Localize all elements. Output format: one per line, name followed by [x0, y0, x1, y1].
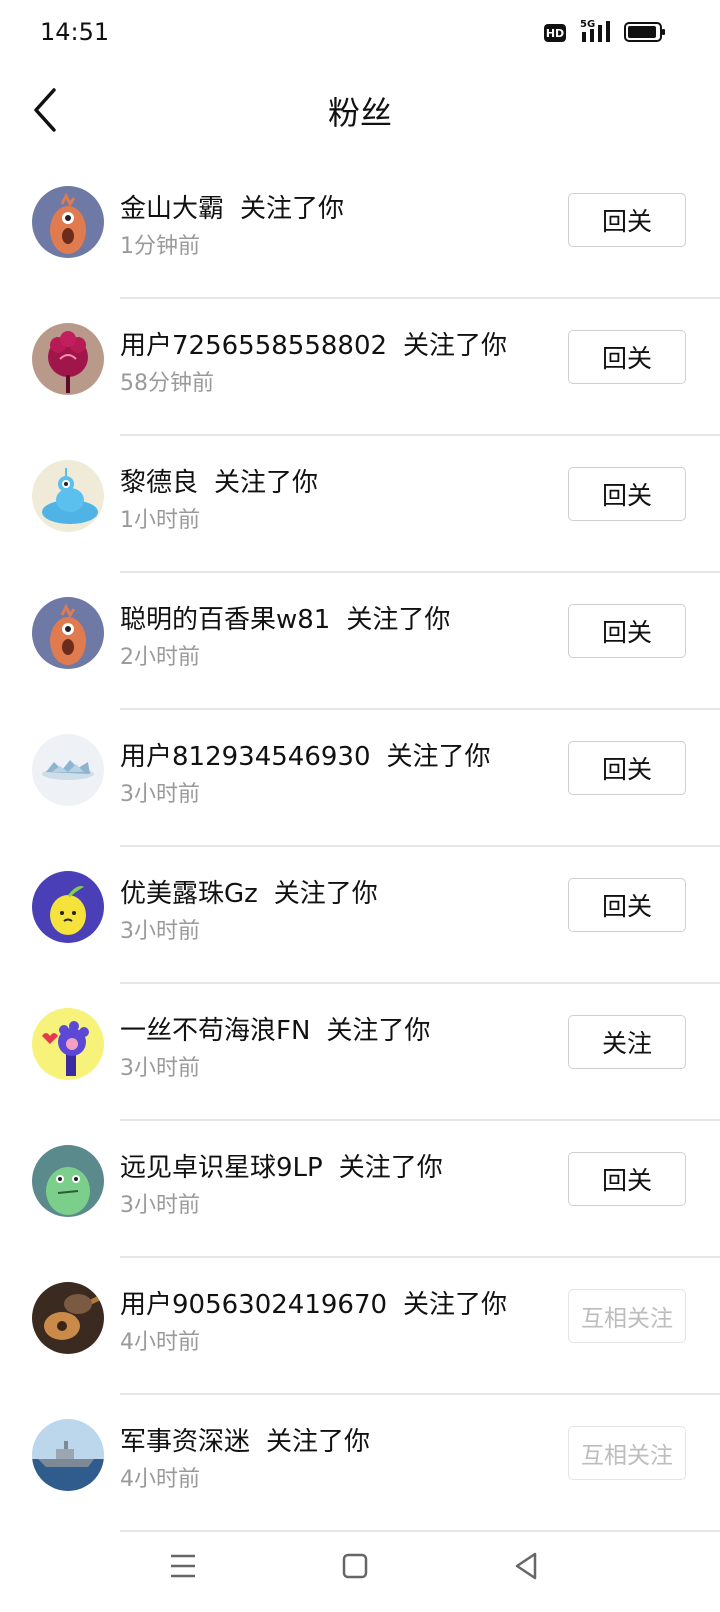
follower-line: 军事资深迷 关注了你 [120, 1421, 370, 1458]
follow-action-text: 关注了你 [240, 194, 345, 224]
follower-name[interactable]: 一丝不苟海浪FN [120, 1016, 310, 1046]
follow-time: 3小时前 [120, 782, 200, 807]
list-item[interactable]: 金山大霸 关注了你 1分钟前 回关 [0, 162, 720, 299]
follow-back-button[interactable]: 回关 [568, 467, 686, 521]
follower-name[interactable]: 用户7256558558802 [120, 331, 387, 361]
avatar[interactable] [32, 1008, 104, 1080]
follow-time: 4小时前 [120, 1330, 200, 1355]
follow-action-text: 关注了你 [214, 468, 319, 498]
list-item[interactable]: 用户812934546930 关注了你 3小时前 回关 [0, 710, 720, 847]
battery-icon [624, 22, 665, 42]
follow-action-text: 关注了你 [403, 1290, 508, 1320]
follower-line: 优美露珠Gz 关注了你 [120, 873, 378, 910]
follower-line: 聪明的百香果w81 关注了你 [120, 599, 450, 636]
hd-icon: HD [544, 24, 566, 42]
followers-list: 金山大霸 关注了你 1分钟前 回关 用户7256558558802 关注了你 58分… [0, 162, 720, 1532]
mutual-follow-button[interactable]: 互相关注 [568, 1426, 686, 1480]
follow-action-text: 关注了你 [386, 742, 491, 772]
follower-name[interactable]: 优美露珠Gz [120, 879, 258, 909]
follower-name[interactable]: 用户812934546930 [120, 742, 371, 772]
follow-back-button[interactable]: 回关 [568, 604, 686, 658]
follower-name[interactable]: 聪明的百香果w81 [120, 605, 330, 635]
top-app-bar: 粉丝 [0, 64, 720, 156]
home-square-icon[interactable] [335, 1546, 375, 1586]
follower-line: 用户9056302419670 关注了你 [120, 1284, 507, 1321]
follower-name[interactable]: 金山大霸 [120, 194, 224, 224]
status-time: 14:51 [40, 18, 110, 46]
follow-time: 1分钟前 [120, 234, 200, 259]
list-item[interactable]: 优美露珠Gz 关注了你 3小时前 回关 [0, 847, 720, 984]
list-item[interactable]: 用户7256558558802 关注了你 58分钟前 回关 [0, 299, 720, 436]
menu-icon[interactable] [163, 1546, 203, 1586]
network-label: 5G [580, 19, 595, 30]
avatar[interactable] [32, 1145, 104, 1217]
system-nav-bar [0, 1524, 720, 1612]
follow-back-button[interactable]: 回关 [568, 330, 686, 384]
list-item[interactable]: 用户9056302419670 关注了你 4小时前 互相关注 [0, 1258, 720, 1395]
follow-time: 3小时前 [120, 1056, 200, 1081]
avatar[interactable] [32, 1419, 104, 1491]
follow-time: 3小时前 [120, 919, 200, 944]
avatar[interactable] [32, 186, 104, 258]
follower-line: 黎德良 关注了你 [120, 462, 318, 499]
follower-line: 用户812934546930 关注了你 [120, 736, 491, 773]
list-item[interactable]: 一丝不苟海浪FN 关注了你 3小时前 关注 [0, 984, 720, 1121]
follow-time: 3小时前 [120, 1193, 200, 1218]
follower-name[interactable]: 用户9056302419670 [120, 1290, 387, 1320]
follow-back-button[interactable]: 回关 [568, 193, 686, 247]
follow-back-button[interactable]: 回关 [568, 878, 686, 932]
follower-name[interactable]: 远见卓识星球9LP [120, 1153, 323, 1183]
avatar[interactable] [32, 323, 104, 395]
back-triangle-icon[interactable] [507, 1546, 547, 1586]
follow-action-text: 关注了你 [338, 1153, 443, 1183]
follow-time: 1小时前 [120, 508, 200, 533]
avatar[interactable] [32, 734, 104, 806]
avatar[interactable] [32, 597, 104, 669]
follow-action-text: 关注了你 [266, 1427, 371, 1457]
page-title: 粉丝 [327, 94, 392, 132]
follower-line: 金山大霸 关注了你 [120, 188, 344, 225]
follow-action-text: 关注了你 [346, 605, 451, 635]
status-bar: 14:51 HD 5G [0, 0, 720, 64]
list-item[interactable]: 聪明的百香果w81 关注了你 2小时前 回关 [0, 573, 720, 710]
follow-back-button[interactable]: 回关 [568, 1152, 686, 1206]
signal-icon: 5G [580, 19, 610, 42]
follow-time: 4小时前 [120, 1467, 200, 1492]
follow-time: 58分钟前 [120, 371, 214, 396]
avatar[interactable] [32, 1282, 104, 1354]
follower-name[interactable]: 军事资深迷 [120, 1427, 250, 1457]
avatar[interactable] [32, 871, 104, 943]
list-item[interactable]: 军事资深迷 关注了你 4小时前 互相关注 [0, 1395, 720, 1532]
follow-back-button[interactable]: 回关 [568, 741, 686, 795]
follower-line: 用户7256558558802 关注了你 [120, 325, 507, 362]
follower-line: 一丝不苟海浪FN 关注了你 [120, 1010, 430, 1047]
follow-time: 2小时前 [120, 645, 200, 670]
list-item[interactable]: 黎德良 关注了你 1小时前 回关 [0, 436, 720, 573]
follower-name[interactable]: 黎德良 [120, 468, 198, 498]
follower-line: 远见卓识星球9LP 关注了你 [120, 1147, 443, 1184]
follow-button[interactable]: 关注 [568, 1015, 686, 1069]
follow-action-text: 关注了你 [273, 879, 378, 909]
avatar[interactable] [32, 460, 104, 532]
list-item[interactable]: 远见卓识星球9LP 关注了你 3小时前 回关 [0, 1121, 720, 1258]
follow-action-text: 关注了你 [326, 1016, 431, 1046]
mutual-follow-button[interactable]: 互相关注 [568, 1289, 686, 1343]
follow-action-text: 关注了你 [403, 331, 508, 361]
